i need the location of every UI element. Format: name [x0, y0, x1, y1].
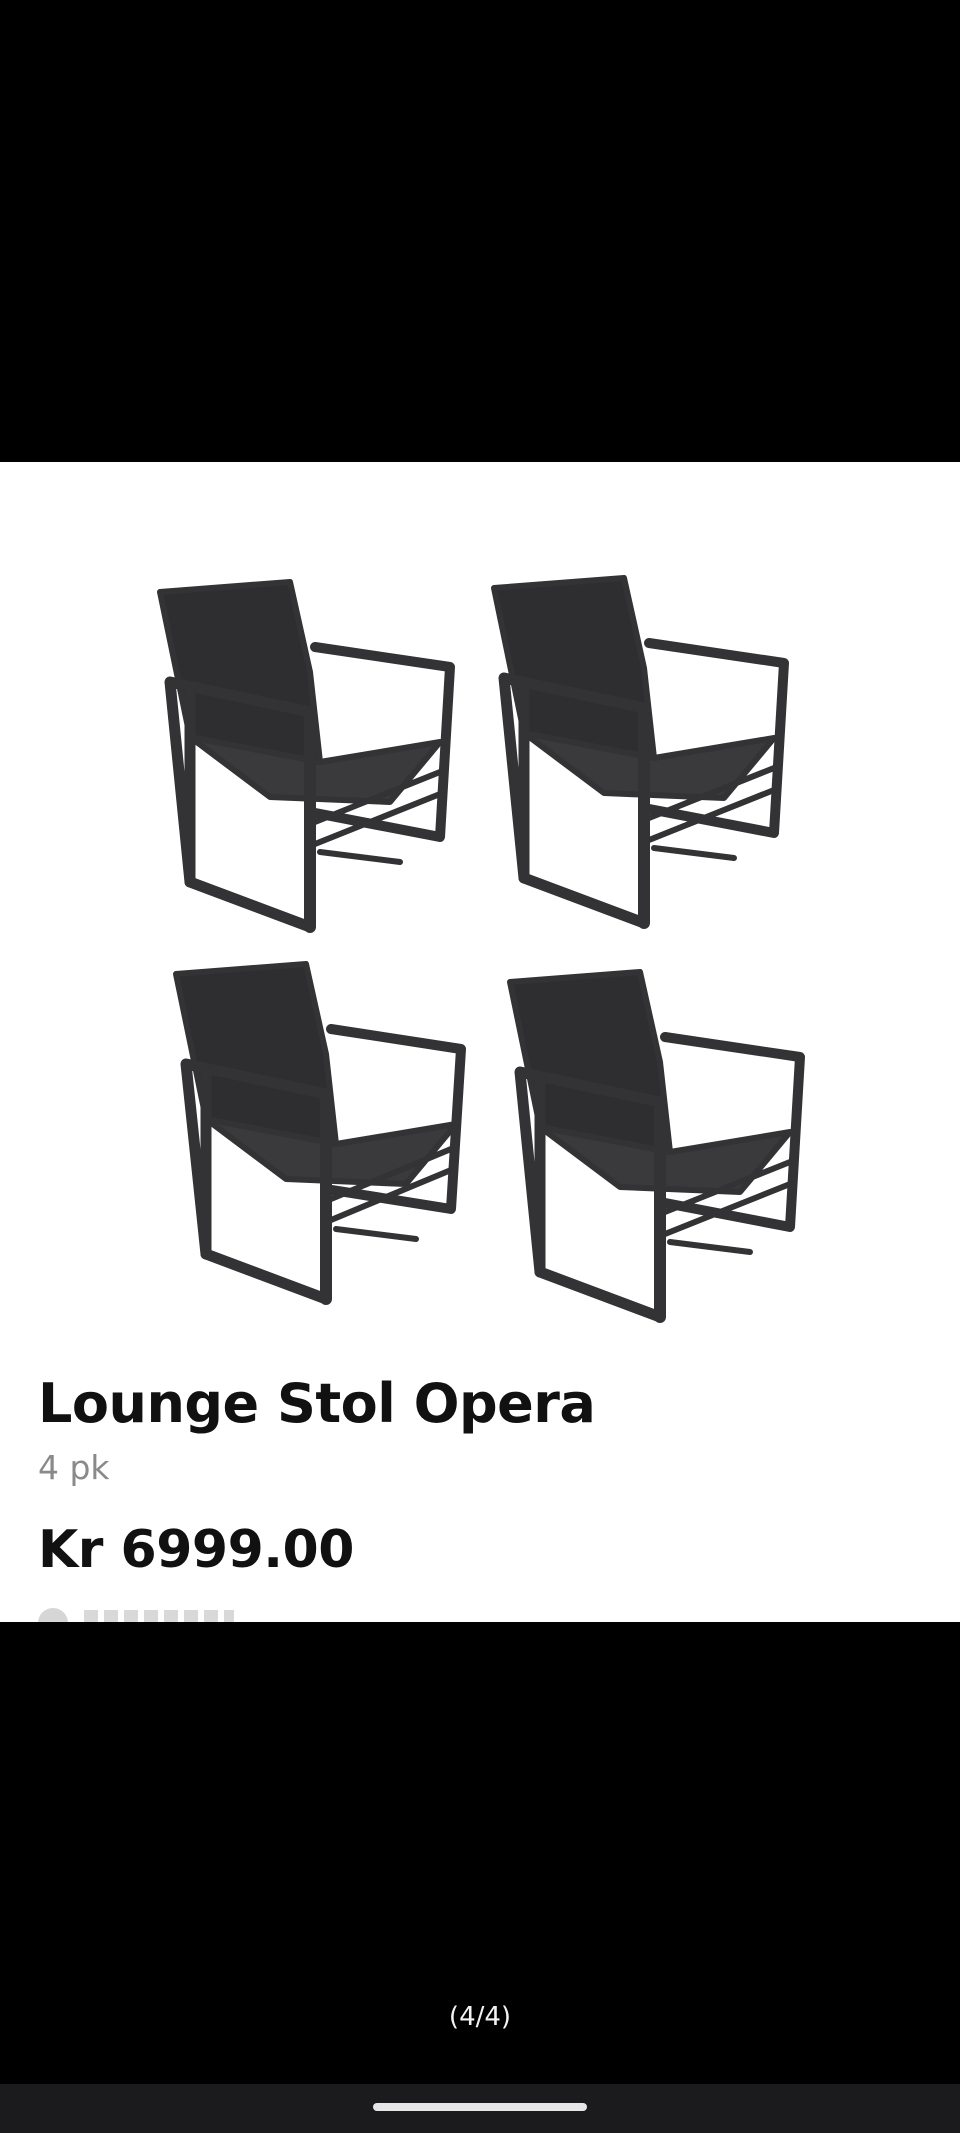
- chair-image: [500, 952, 820, 1342]
- image-viewer: Lounge Stol Opera 4 pk Kr 6999.00 (4/4): [0, 0, 960, 2133]
- cropped-text: [84, 1610, 234, 1622]
- chair-image: [150, 562, 470, 952]
- status-dot-icon: [38, 1608, 68, 1622]
- page-counter: (4/4): [448, 2002, 512, 2032]
- home-indicator-icon[interactable]: [373, 2103, 587, 2111]
- chair-grid: [0, 462, 960, 1362]
- system-navigation-bar: [0, 2084, 960, 2133]
- cropped-availability-row: [38, 1608, 278, 1622]
- product-quantity: 4 pk: [38, 1448, 110, 1487]
- product-price: Kr 6999.00: [38, 1520, 354, 1580]
- chair-image: [166, 944, 486, 1334]
- chair-image: [484, 558, 804, 948]
- product-title: Lounge Stol Opera: [38, 1372, 596, 1435]
- product-image[interactable]: Lounge Stol Opera 4 pk Kr 6999.00: [0, 462, 960, 1622]
